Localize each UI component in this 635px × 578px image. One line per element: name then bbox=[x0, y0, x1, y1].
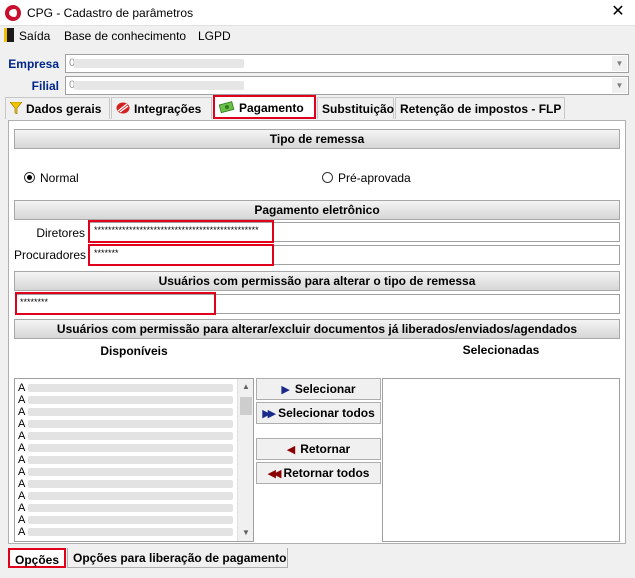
tab-label: Retenção de impostos - FLP bbox=[400, 102, 562, 116]
tab-pagamento[interactable]: Pagamento bbox=[213, 95, 316, 119]
disponiveis-scrollbar[interactable]: ▲ ▼ bbox=[237, 379, 253, 541]
scroll-down-icon[interactable]: ▼ bbox=[238, 525, 253, 541]
cpg-logo-icon bbox=[5, 5, 21, 21]
procuradores-label: Procuradores bbox=[14, 248, 87, 262]
funnel-icon bbox=[9, 102, 23, 117]
list-item[interactable]: A bbox=[18, 490, 234, 502]
tab-integracoes[interactable]: Integrações bbox=[111, 97, 212, 119]
tab-dados-gerais[interactable]: Dados gerais bbox=[5, 97, 110, 119]
radio-pre-aprovada[interactable]: Pré-aprovada bbox=[322, 171, 411, 185]
chevron-down-icon[interactable]: ▼ bbox=[612, 78, 627, 93]
selecionadas-list[interactable] bbox=[382, 378, 620, 542]
menu-item-saida[interactable]: Saída bbox=[19, 29, 50, 43]
filial-select[interactable]: 0 ▼ bbox=[65, 76, 629, 95]
radio-normal[interactable]: Normal bbox=[24, 171, 79, 185]
retornar-button[interactable]: ◀ Retornar bbox=[256, 438, 381, 460]
section-header-usuarios-tipo-remessa: Usuários com permissão para alterar o ti… bbox=[14, 271, 620, 291]
tab-label: Dados gerais bbox=[26, 102, 102, 116]
disponiveis-list[interactable]: A A A A A A A A A A A A A ▲ ▼ bbox=[14, 378, 254, 542]
list-item[interactable]: A bbox=[18, 514, 234, 526]
double-arrow-right-icon: ▶▶ bbox=[262, 408, 276, 420]
usuarios-tipo-remessa-field[interactable]: ******** bbox=[15, 294, 620, 314]
section-header-usuarios-documentos: Usuários com permissão para alterar/excl… bbox=[14, 319, 620, 339]
radio-dot bbox=[322, 172, 333, 183]
scroll-thumb[interactable] bbox=[240, 397, 252, 415]
procuradores-field[interactable]: ******* bbox=[89, 245, 620, 265]
list-item[interactable]: A bbox=[18, 394, 234, 406]
retornar-todos-button[interactable]: ◀◀ Retornar todos bbox=[256, 462, 381, 484]
menu-item-lgpd[interactable]: LGPD bbox=[198, 29, 231, 43]
chevron-down-icon[interactable]: ▼ bbox=[612, 56, 627, 71]
filial-value-redacted bbox=[74, 81, 244, 90]
double-arrow-left-icon: ◀◀ bbox=[267, 468, 282, 480]
empresa-label: Empresa bbox=[8, 57, 59, 71]
list-item[interactable]: A bbox=[18, 478, 234, 490]
section-header-pagamento-eletronico: Pagamento eletrônico bbox=[14, 200, 620, 220]
tab-opcoes-liberacao-pagamento[interactable]: Opções para liberação de pagamento bbox=[67, 548, 288, 568]
money-icon bbox=[218, 101, 235, 116]
scroll-up-icon[interactable]: ▲ bbox=[238, 379, 253, 395]
tab-label: Integrações bbox=[134, 102, 202, 116]
list-item[interactable]: A bbox=[18, 430, 234, 442]
close-icon[interactable]: ✕ bbox=[609, 3, 627, 21]
radio-dot bbox=[24, 172, 35, 183]
list-item[interactable]: A bbox=[18, 406, 234, 418]
exit-door-icon[interactable] bbox=[4, 28, 14, 42]
list-item[interactable]: A bbox=[18, 526, 234, 538]
diretores-field[interactable]: ****************************************… bbox=[89, 222, 620, 242]
tab-retencao-impostos[interactable]: Retenção de impostos - FLP bbox=[395, 97, 565, 119]
title-bar: CPG - Cadastro de parâmetros ✕ bbox=[0, 0, 635, 26]
diretores-label: Diretores bbox=[36, 226, 85, 240]
list-item[interactable]: A bbox=[18, 442, 234, 454]
list-item[interactable]: A bbox=[18, 382, 234, 394]
menu-bar: Saída Base de conhecimento LGPD bbox=[0, 26, 635, 46]
list-item[interactable]: A bbox=[18, 454, 234, 466]
tab-label: Substituição bbox=[322, 102, 395, 116]
tab-opcoes[interactable]: Opções bbox=[8, 548, 66, 568]
arrow-right-icon: ▶ bbox=[281, 384, 290, 396]
tab-label: Pagamento bbox=[239, 101, 304, 115]
selecionar-button[interactable]: ▶ Selecionar bbox=[256, 378, 381, 400]
window-title: CPG - Cadastro de parâmetros bbox=[27, 6, 194, 20]
radio-label: Normal bbox=[40, 171, 79, 185]
list-item[interactable]: A bbox=[18, 466, 234, 478]
radio-label: Pré-aprovada bbox=[338, 171, 411, 185]
empresa-select[interactable]: 0 ▼ bbox=[65, 54, 629, 73]
list-item[interactable]: A bbox=[18, 418, 234, 430]
menu-item-base-conhecimento[interactable]: Base de conhecimento bbox=[64, 29, 186, 43]
filial-label: Filial bbox=[31, 79, 59, 93]
tab-substituicao[interactable]: Substituição bbox=[317, 97, 394, 119]
selecionar-todos-button[interactable]: ▶▶ Selecionar todos bbox=[256, 402, 381, 424]
disponiveis-header: Disponíveis bbox=[100, 344, 168, 358]
selecionadas-header: Selecionadas bbox=[462, 343, 540, 357]
arrow-left-icon: ◀ bbox=[286, 444, 296, 456]
section-header-tipo-remessa: Tipo de remessa bbox=[14, 129, 620, 149]
empresa-value-redacted bbox=[74, 59, 244, 68]
list-item[interactable]: A bbox=[18, 502, 234, 514]
stripes-icon bbox=[116, 102, 130, 117]
